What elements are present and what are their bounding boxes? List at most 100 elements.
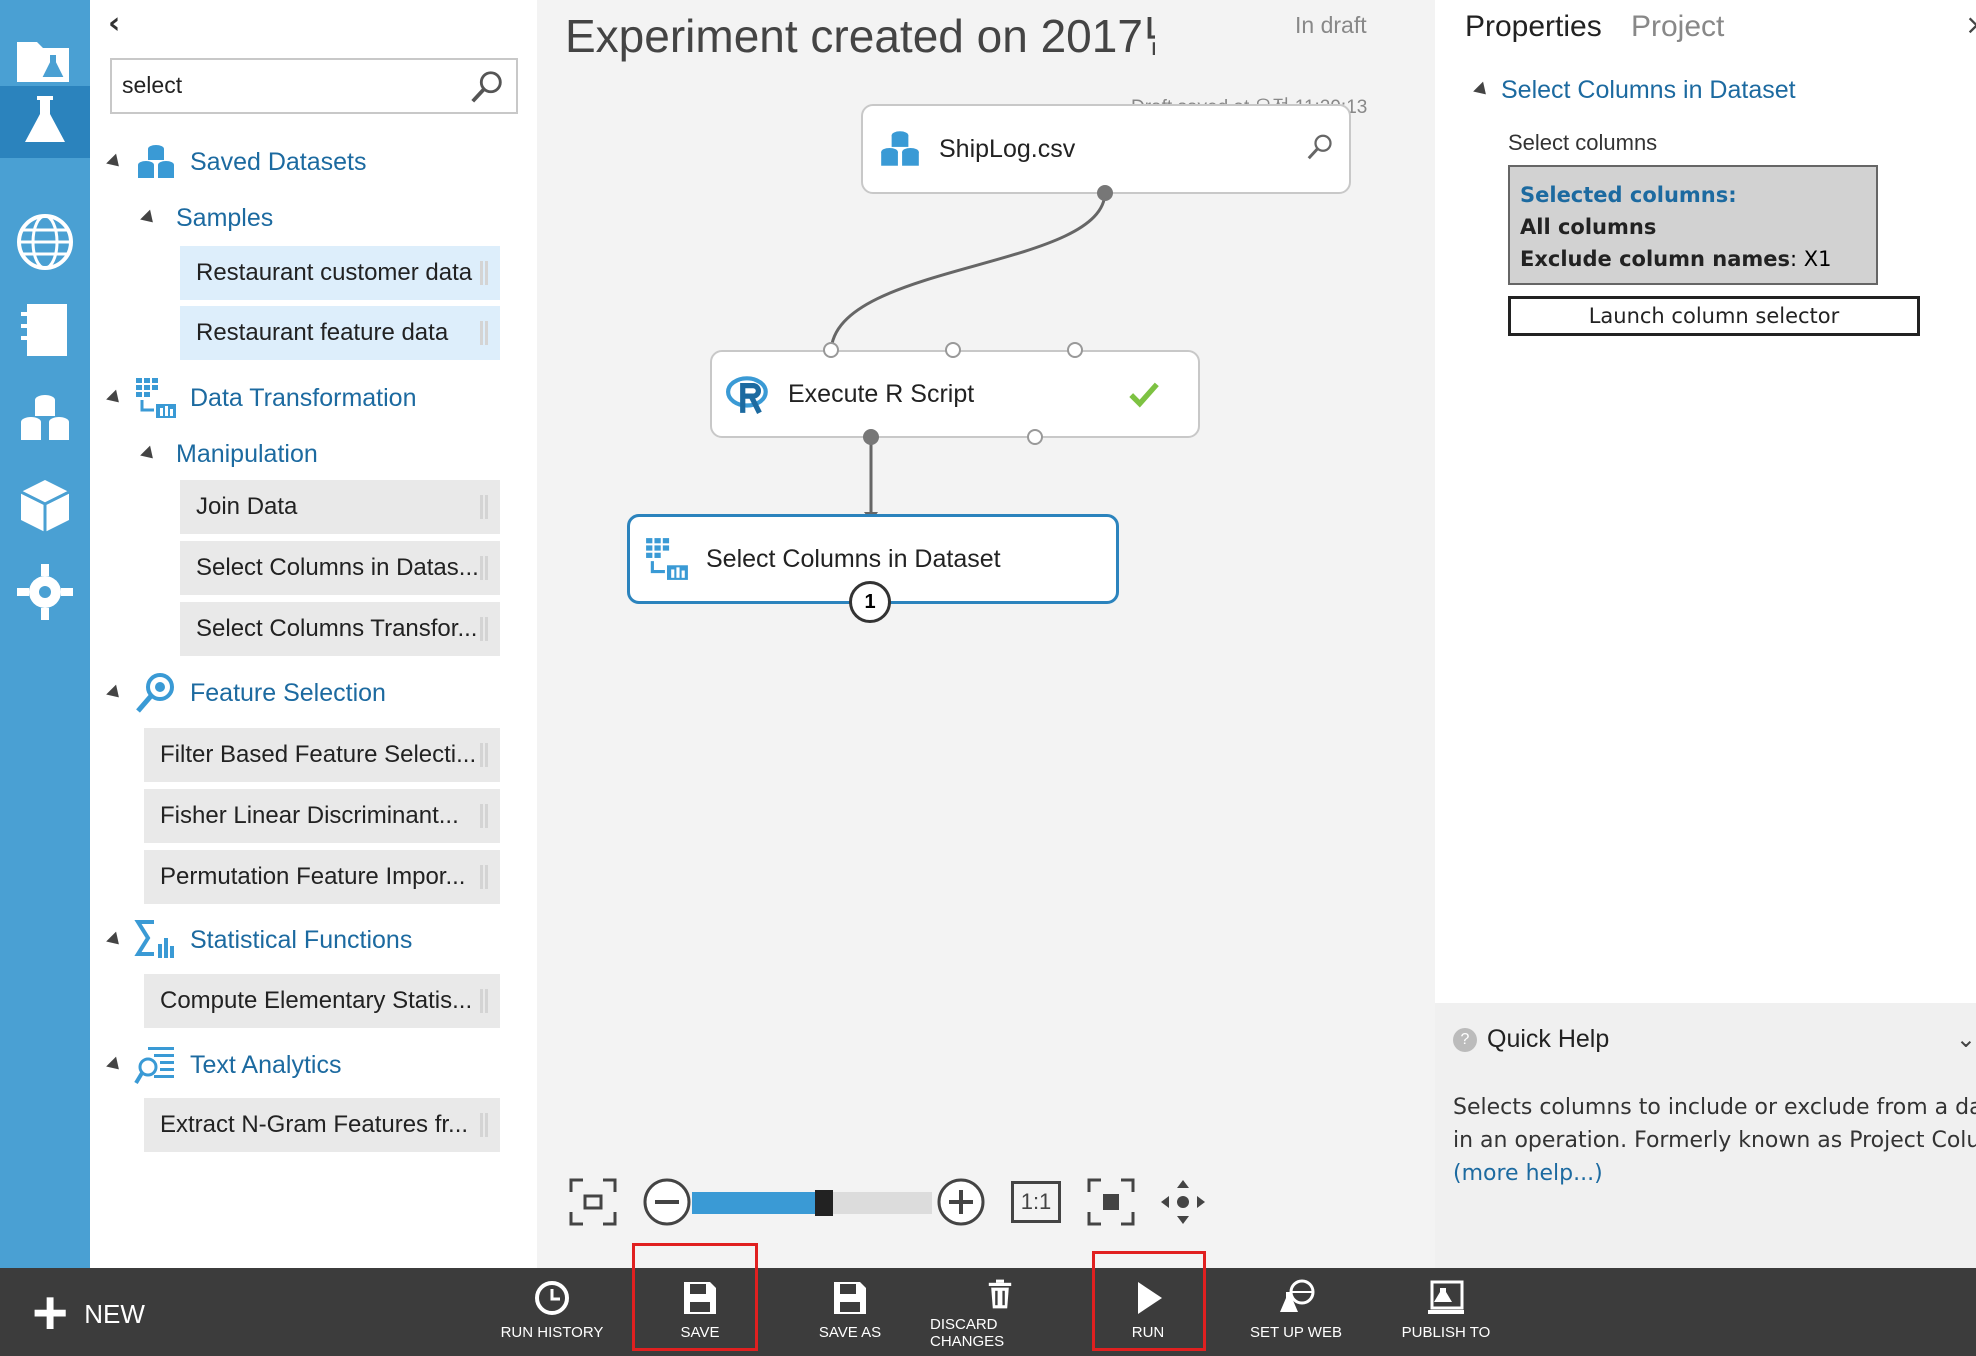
- selected-columns-summary: Selected columns: All columns Exclude co…: [1508, 165, 1878, 285]
- palette-item-label: Extract N-Gram Features fr...: [160, 1111, 469, 1138]
- rail-web-services[interactable]: [0, 202, 90, 282]
- pan-icon[interactable]: [1157, 1176, 1209, 1228]
- category-statistical-functions[interactable]: Statistical Functions: [106, 920, 412, 960]
- rail-datasets[interactable]: [0, 378, 90, 458]
- palette-item-select-columns-transform[interactable]: Select Columns Transfor...: [180, 602, 500, 656]
- category-label: Data Transformation: [190, 383, 417, 412]
- palette-item-restaurant-customer-data[interactable]: Restaurant customer data: [180, 246, 500, 300]
- collapse-palette-button[interactable]: ‹: [108, 6, 120, 41]
- output-port-badge[interactable]: 1: [849, 581, 891, 623]
- palette-item-label: Select Columns in Datas...: [196, 554, 479, 581]
- selected-columns-heading: Selected columns:: [1520, 183, 1737, 207]
- quick-help-text: Selects columns to include or exclude fr…: [1453, 1091, 1976, 1190]
- plus-icon: +: [32, 1279, 69, 1348]
- module-palette: ‹ Saved Datasets Samples Restaurant cust…: [90, 0, 537, 1268]
- palette-item-label: Join Data: [196, 493, 298, 520]
- input-port[interactable]: [945, 342, 961, 358]
- actual-size-button[interactable]: 1:1: [1011, 1181, 1061, 1223]
- set-up-web-service-button[interactable]: SET UP WEB: [1226, 1278, 1366, 1350]
- palette-item-select-columns-in-dataset[interactable]: Select Columns in Datas...: [180, 541, 500, 595]
- save-as-button[interactable]: SAVE AS: [780, 1278, 920, 1350]
- quick-help-panel: ? Quick Help ⌄ Selects columns to includ…: [1435, 1003, 1976, 1268]
- palette-item-permutation-feature-importance[interactable]: Permutation Feature Impor...: [144, 850, 500, 904]
- discard-changes-button[interactable]: DISCARD CHANGES: [930, 1278, 1070, 1350]
- experiment-canvas[interactable]: Experiment created on 2017년 In draft Dra…: [537, 0, 1435, 1268]
- dataset-module-icon: [881, 131, 919, 166]
- text-analytics-icon: [134, 1047, 174, 1085]
- history-icon: [535, 1281, 569, 1315]
- zoom-in-icon[interactable]: [935, 1176, 987, 1228]
- zoom-to-selection-icon[interactable]: [1085, 1176, 1137, 1228]
- new-button[interactable]: + NEW: [32, 1279, 145, 1348]
- drag-grip-icon: [480, 321, 488, 345]
- section-title: Select Columns in Dataset: [1501, 76, 1796, 104]
- experiment-title[interactable]: Experiment created on 2017년: [565, 0, 1155, 66]
- input-port[interactable]: [1067, 342, 1083, 358]
- run-highlight-box: [1092, 1251, 1206, 1351]
- close-pane-button[interactable]: ×: [1965, 8, 1976, 41]
- palette-item-label: Select Columns Transfor...: [196, 615, 478, 642]
- drag-grip-icon: [480, 989, 488, 1013]
- output-port[interactable]: [1027, 429, 1043, 445]
- palette-item-extract-ngram-features[interactable]: Extract N-Gram Features fr...: [144, 1098, 500, 1152]
- search-icon[interactable]: [468, 68, 506, 106]
- properties-pane: Properties Project × Select Columns in D…: [1435, 0, 1976, 1268]
- palette-item-join-data[interactable]: Join Data: [180, 480, 500, 534]
- palette-item-filter-based-feature-selection[interactable]: Filter Based Feature Selecti...: [144, 728, 500, 782]
- module-shiplog-csv[interactable]: ShipLog.csv: [861, 104, 1351, 194]
- quick-help-title: Quick Help: [1487, 1025, 1610, 1053]
- drag-grip-icon: [480, 804, 488, 828]
- more-help-link[interactable]: (more help...): [1453, 1157, 1976, 1190]
- category-text-analytics[interactable]: Text Analytics: [106, 1045, 341, 1085]
- rail-experiments[interactable]: [0, 86, 90, 158]
- web-service-icon: [1280, 1279, 1315, 1312]
- category-feature-selection[interactable]: Feature Selection: [106, 673, 386, 713]
- zoom-slider-fill: [692, 1192, 824, 1214]
- fit-to-screen-icon[interactable]: [567, 1176, 619, 1228]
- module-label: Select Columns in Dataset: [706, 544, 1001, 573]
- feature-selection-icon: [136, 673, 174, 713]
- new-label: NEW: [84, 1298, 145, 1329]
- launch-column-selector-button[interactable]: Launch column selector: [1508, 296, 1920, 336]
- palette-search-input[interactable]: [112, 60, 452, 110]
- palette-item-compute-elementary-statistics[interactable]: Compute Elementary Statis...: [144, 974, 500, 1028]
- palette-item-label: Filter Based Feature Selecti...: [160, 741, 477, 768]
- rail-settings[interactable]: [0, 552, 90, 632]
- subcategory-samples[interactable]: Samples: [140, 198, 274, 238]
- settings-icon: [17, 564, 73, 620]
- palette-item-restaurant-feature-data[interactable]: Restaurant feature data: [180, 306, 500, 360]
- module-execute-r-script[interactable]: Execute R Script: [710, 350, 1200, 438]
- output-port[interactable]: [1097, 185, 1113, 201]
- palette-item-label: Restaurant feature data: [196, 319, 449, 346]
- properties-section-header[interactable]: Select Columns in Dataset: [1473, 76, 1796, 105]
- quick-help-line: Selects columns to include or exclude fr…: [1453, 1095, 1976, 1120]
- app-root: ‹ Saved Datasets Samples Restaurant cust…: [0, 0, 1976, 1356]
- drag-grip-icon: [480, 495, 488, 519]
- tab-project[interactable]: Project: [1631, 10, 1724, 44]
- output-port[interactable]: [863, 429, 879, 445]
- rail-trained-models[interactable]: [0, 466, 90, 546]
- datasets-icon: [138, 145, 174, 178]
- chevron-down-icon[interactable]: ⌄: [1956, 1025, 1976, 1053]
- visualize-icon[interactable]: [1305, 132, 1335, 162]
- command-bar: + NEW RUN HISTORY SAVE SAVE AS DISCARD C…: [0, 1268, 1976, 1356]
- subcategory-label: Samples: [176, 203, 274, 232]
- zoom-out-icon[interactable]: [641, 1176, 693, 1228]
- expand-triangle-icon: [140, 445, 158, 463]
- quick-help-header[interactable]: ? Quick Help: [1453, 1025, 1609, 1054]
- palette-item-fisher-lda[interactable]: Fisher Linear Discriminant...: [144, 789, 500, 843]
- web-services-icon: [17, 214, 73, 270]
- palette-item-label: Compute Elementary Statis...: [160, 987, 473, 1014]
- publish-to-gallery-button[interactable]: PUBLISH TO: [1376, 1278, 1516, 1350]
- category-saved-datasets[interactable]: Saved Datasets: [106, 142, 367, 182]
- palette-item-label: Restaurant customer data: [196, 259, 473, 286]
- run-history-button[interactable]: RUN HISTORY: [482, 1278, 622, 1350]
- rail-notebooks[interactable]: [0, 290, 90, 370]
- tab-properties[interactable]: Properties: [1465, 10, 1602, 44]
- subcategory-manipulation[interactable]: Manipulation: [140, 434, 318, 474]
- input-port[interactable]: [823, 342, 839, 358]
- drag-grip-icon: [480, 1113, 488, 1137]
- experiments-icon: [25, 96, 65, 142]
- category-data-transformation[interactable]: Data Transformation: [106, 378, 417, 418]
- zoom-slider-thumb[interactable]: [815, 1190, 833, 1216]
